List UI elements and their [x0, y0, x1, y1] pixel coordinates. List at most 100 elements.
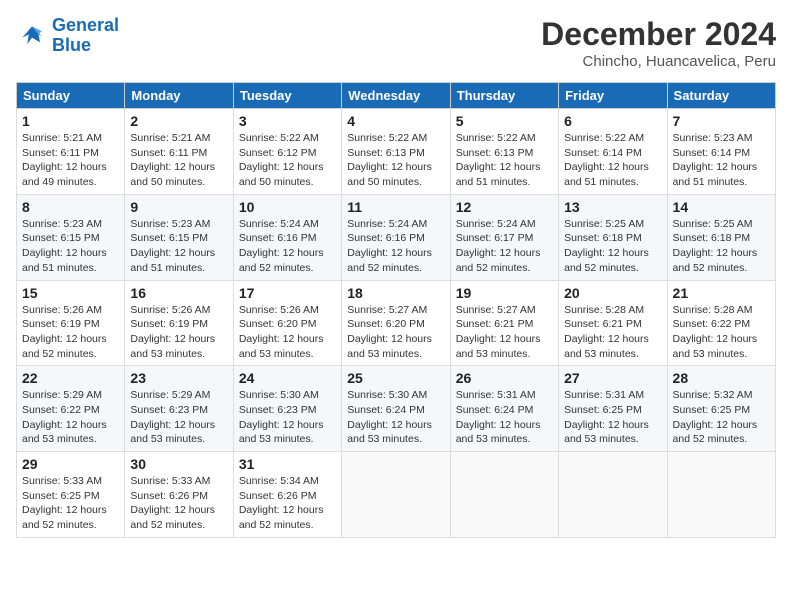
logo-text: General Blue: [52, 16, 119, 56]
calendar-cell: 28 Sunrise: 5:32 AM Sunset: 6:25 PM Dayli…: [667, 366, 775, 452]
day-number: 27: [564, 370, 661, 386]
weekday-header-monday: Monday: [125, 83, 233, 109]
day-number: 9: [130, 199, 227, 215]
weekday-header-tuesday: Tuesday: [233, 83, 341, 109]
day-number: 1: [22, 113, 119, 129]
calendar-cell: 27 Sunrise: 5:31 AM Sunset: 6:25 PM Dayli…: [559, 366, 667, 452]
calendar-cell: 8 Sunrise: 5:23 AM Sunset: 6:15 PM Daylig…: [17, 194, 125, 280]
day-number: 8: [22, 199, 119, 215]
day-number: 12: [456, 199, 553, 215]
day-info: Sunrise: 5:34 AM Sunset: 6:26 PM Dayligh…: [239, 474, 336, 533]
weekday-header-friday: Friday: [559, 83, 667, 109]
calendar-header-row: SundayMondayTuesdayWednesdayThursdayFrid…: [17, 83, 776, 109]
day-info: Sunrise: 5:23 AM Sunset: 6:14 PM Dayligh…: [673, 131, 770, 190]
day-info: Sunrise: 5:32 AM Sunset: 6:25 PM Dayligh…: [673, 388, 770, 447]
calendar-cell: 19 Sunrise: 5:27 AM Sunset: 6:21 PM Dayli…: [450, 280, 558, 366]
calendar-cell: 21Sunrise: 5:28 AM Sunset: 6:22 PM Dayli…: [667, 280, 775, 366]
day-number: 10: [239, 199, 336, 215]
calendar-week-row: 15Sunrise: 5:26 AM Sunset: 6:19 PM Dayli…: [17, 280, 776, 366]
calendar-week-row: 22 Sunrise: 5:29 AM Sunset: 6:22 PM Dayli…: [17, 366, 776, 452]
weekday-header-sunday: Sunday: [17, 83, 125, 109]
day-info: Sunrise: 5:23 AM Sunset: 6:15 PM Dayligh…: [22, 217, 119, 276]
calendar-cell: 7 Sunrise: 5:23 AM Sunset: 6:14 PM Daylig…: [667, 109, 775, 195]
calendar-cell: 10Sunrise: 5:24 AM Sunset: 6:16 PM Dayli…: [233, 194, 341, 280]
calendar-cell: 20 Sunrise: 5:28 AM Sunset: 6:21 PM Dayli…: [559, 280, 667, 366]
calendar-table: SundayMondayTuesdayWednesdayThursdayFrid…: [16, 82, 776, 538]
day-info: Sunrise: 5:25 AM Sunset: 6:18 PM Dayligh…: [564, 217, 661, 276]
day-number: 25: [347, 370, 444, 386]
day-info: Sunrise: 5:22 AM Sunset: 6:13 PM Dayligh…: [347, 131, 444, 190]
day-number: 24: [239, 370, 336, 386]
day-number: 19: [456, 285, 553, 301]
day-info: Sunrise: 5:27 AM Sunset: 6:21 PM Dayligh…: [456, 303, 553, 362]
calendar-cell: 3Sunrise: 5:22 AM Sunset: 6:12 PM Daylig…: [233, 109, 341, 195]
day-info: Sunrise: 5:33 AM Sunset: 6:26 PM Dayligh…: [130, 474, 227, 533]
day-info: Sunrise: 5:26 AM Sunset: 6:19 PM Dayligh…: [130, 303, 227, 362]
logo-line1: General: [52, 15, 119, 35]
calendar-cell: [559, 452, 667, 538]
calendar-week-row: 8 Sunrise: 5:23 AM Sunset: 6:15 PM Daylig…: [17, 194, 776, 280]
day-number: 22: [22, 370, 119, 386]
calendar-cell: 9 Sunrise: 5:23 AM Sunset: 6:15 PM Daylig…: [125, 194, 233, 280]
day-number: 18: [347, 285, 444, 301]
day-number: 21: [673, 285, 770, 301]
subtitle: Chincho, Huancavelica, Peru: [541, 53, 776, 70]
main-title: December 2024: [541, 16, 776, 53]
day-number: 31: [239, 456, 336, 472]
day-number: 23: [130, 370, 227, 386]
day-info: Sunrise: 5:26 AM Sunset: 6:19 PM Dayligh…: [22, 303, 119, 362]
day-number: 3: [239, 113, 336, 129]
day-info: Sunrise: 5:26 AM Sunset: 6:20 PM Dayligh…: [239, 303, 336, 362]
day-number: 20: [564, 285, 661, 301]
calendar-cell: 5 Sunrise: 5:22 AM Sunset: 6:13 PM Daylig…: [450, 109, 558, 195]
calendar-cell: [342, 452, 450, 538]
day-info: Sunrise: 5:31 AM Sunset: 6:25 PM Dayligh…: [564, 388, 661, 447]
calendar-cell: [667, 452, 775, 538]
weekday-header-saturday: Saturday: [667, 83, 775, 109]
day-info: Sunrise: 5:22 AM Sunset: 6:13 PM Dayligh…: [456, 131, 553, 190]
calendar-cell: 24 Sunrise: 5:30 AM Sunset: 6:23 PM Dayli…: [233, 366, 341, 452]
logo-line2: Blue: [52, 35, 91, 55]
calendar-cell: 23Sunrise: 5:29 AM Sunset: 6:23 PM Dayli…: [125, 366, 233, 452]
day-number: 7: [673, 113, 770, 129]
day-info: Sunrise: 5:30 AM Sunset: 6:24 PM Dayligh…: [347, 388, 444, 447]
weekday-header-wednesday: Wednesday: [342, 83, 450, 109]
calendar-cell: [450, 452, 558, 538]
calendar-cell: 2Sunrise: 5:21 AM Sunset: 6:11 PM Daylig…: [125, 109, 233, 195]
day-number: 28: [673, 370, 770, 386]
calendar-cell: 11Sunrise: 5:24 AM Sunset: 6:16 PM Dayli…: [342, 194, 450, 280]
logo-bird-icon: [16, 20, 48, 52]
day-number: 13: [564, 199, 661, 215]
weekday-header-thursday: Thursday: [450, 83, 558, 109]
day-number: 26: [456, 370, 553, 386]
day-number: 17: [239, 285, 336, 301]
calendar-cell: 13 Sunrise: 5:25 AM Sunset: 6:18 PM Dayli…: [559, 194, 667, 280]
calendar-cell: 29Sunrise: 5:33 AM Sunset: 6:25 PM Dayli…: [17, 452, 125, 538]
day-number: 6: [564, 113, 661, 129]
day-info: Sunrise: 5:21 AM Sunset: 6:11 PM Dayligh…: [22, 131, 119, 190]
calendar-cell: 18 Sunrise: 5:27 AM Sunset: 6:20 PM Dayli…: [342, 280, 450, 366]
calendar-week-row: 29Sunrise: 5:33 AM Sunset: 6:25 PM Dayli…: [17, 452, 776, 538]
calendar-cell: 17 Sunrise: 5:26 AM Sunset: 6:20 PM Dayli…: [233, 280, 341, 366]
calendar-cell: 15Sunrise: 5:26 AM Sunset: 6:19 PM Dayli…: [17, 280, 125, 366]
day-number: 11: [347, 199, 444, 215]
day-number: 16: [130, 285, 227, 301]
day-info: Sunrise: 5:28 AM Sunset: 6:21 PM Dayligh…: [564, 303, 661, 362]
day-info: Sunrise: 5:30 AM Sunset: 6:23 PM Dayligh…: [239, 388, 336, 447]
day-info: Sunrise: 5:23 AM Sunset: 6:15 PM Dayligh…: [130, 217, 227, 276]
day-info: Sunrise: 5:25 AM Sunset: 6:18 PM Dayligh…: [673, 217, 770, 276]
day-number: 29: [22, 456, 119, 472]
day-info: Sunrise: 5:27 AM Sunset: 6:20 PM Dayligh…: [347, 303, 444, 362]
day-info: Sunrise: 5:24 AM Sunset: 6:17 PM Dayligh…: [456, 217, 553, 276]
calendar-cell: 16 Sunrise: 5:26 AM Sunset: 6:19 PM Dayli…: [125, 280, 233, 366]
day-info: Sunrise: 5:21 AM Sunset: 6:11 PM Dayligh…: [130, 131, 227, 190]
day-info: Sunrise: 5:22 AM Sunset: 6:14 PM Dayligh…: [564, 131, 661, 190]
calendar-cell: 6 Sunrise: 5:22 AM Sunset: 6:14 PM Daylig…: [559, 109, 667, 195]
calendar-cell: 25 Sunrise: 5:30 AM Sunset: 6:24 PM Dayli…: [342, 366, 450, 452]
calendar-cell: 31 Sunrise: 5:34 AM Sunset: 6:26 PM Dayli…: [233, 452, 341, 538]
calendar-cell: 4Sunrise: 5:22 AM Sunset: 6:13 PM Daylig…: [342, 109, 450, 195]
title-block: December 2024 Chincho, Huancavelica, Per…: [541, 16, 776, 70]
day-number: 5: [456, 113, 553, 129]
day-info: Sunrise: 5:29 AM Sunset: 6:22 PM Dayligh…: [22, 388, 119, 447]
day-info: Sunrise: 5:31 AM Sunset: 6:24 PM Dayligh…: [456, 388, 553, 447]
